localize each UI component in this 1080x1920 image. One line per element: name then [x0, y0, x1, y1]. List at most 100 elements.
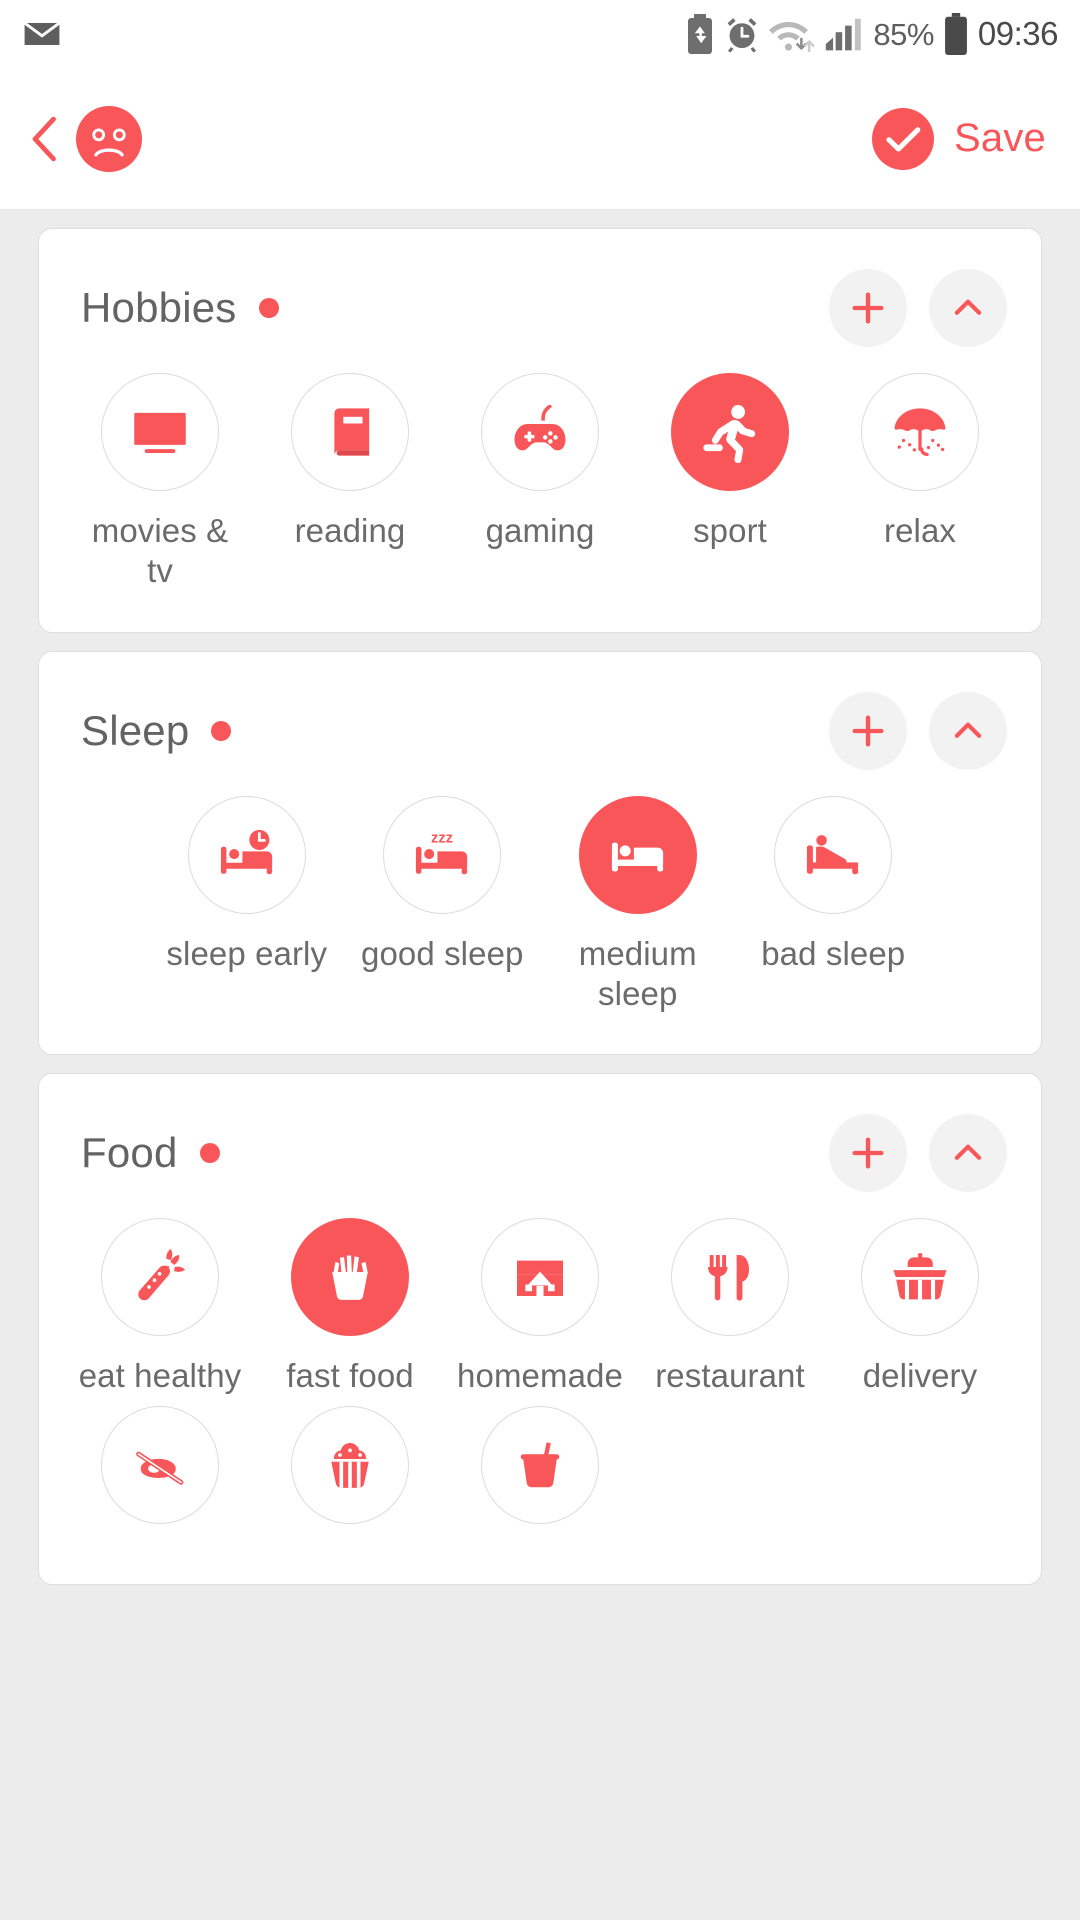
no-meat-icon [136, 1451, 184, 1486]
food-item-eat-healthy[interactable]: eat healthy [65, 1218, 255, 1396]
gamepad-icon [514, 404, 566, 451]
sections-scroll-area[interactable]: Hobbies movies & tv reading gaming sport… [0, 210, 1080, 1920]
hobbies-grid: movies & tv reading gaming sport relax [39, 347, 1041, 602]
soda-cup-icon [520, 1442, 560, 1488]
check-circle-icon [872, 107, 935, 170]
food-item-delivery[interactable]: delivery [825, 1218, 1015, 1396]
hobby-icon-wrap [861, 373, 979, 491]
bed-icon [611, 842, 663, 871]
status-bar: 85% 09:36 [0, 0, 1080, 68]
sleep-icon-wrap: zzz [383, 795, 502, 914]
umbrella-icon [894, 408, 946, 457]
add-sleep-button[interactable] [829, 691, 907, 770]
food-icon-wrap [671, 1218, 789, 1336]
collapse-sleep-button[interactable] [929, 691, 1007, 770]
food-icon-wrap [101, 1218, 219, 1336]
section-title-food: Food [81, 1129, 178, 1176]
hobby-icon-wrap [671, 373, 789, 491]
hobby-label: movies & tv [91, 512, 229, 590]
section-status-dot [199, 1143, 220, 1163]
sleep-icon-wrap [578, 795, 697, 914]
battery-saver-icon [688, 14, 713, 54]
food-label: fast food [286, 1357, 414, 1394]
hobby-label: relax [883, 512, 957, 549]
section-header-sleep: Sleep [39, 652, 1041, 770]
sleep-label: good sleep [361, 934, 524, 972]
food-label: delivery [862, 1357, 978, 1394]
mail-icon [23, 21, 61, 45]
running-icon [703, 405, 756, 463]
collapse-food-button[interactable] [929, 1114, 1007, 1192]
food-label: eat healthy [78, 1357, 242, 1394]
alarm-icon [727, 18, 757, 53]
sleep-item-medium-sleep[interactable]: medium sleep [540, 795, 736, 1015]
clock-label: 09:36 [977, 15, 1059, 52]
sleep-icon-wrap [187, 795, 306, 914]
hobby-item-relax[interactable]: relax [825, 373, 1015, 592]
sleep-label: sleep early [166, 934, 328, 972]
status-bar-left [20, 12, 64, 56]
hobby-icon-wrap [291, 373, 409, 491]
plus-icon [852, 292, 884, 324]
hobby-icon-wrap [481, 373, 599, 491]
hobby-label: reading [294, 512, 406, 549]
food-item-cupcake[interactable] [255, 1406, 445, 1544]
section-title-hobbies: Hobbies [81, 284, 237, 331]
food-item-fast-food[interactable]: fast food [255, 1218, 445, 1396]
sad-face-avatar[interactable] [76, 105, 142, 172]
hobby-item-reading[interactable]: reading [255, 373, 445, 592]
food-item-restaurant[interactable]: restaurant [635, 1218, 825, 1396]
food-icon-wrap [481, 1406, 599, 1525]
food-label: restaurant [655, 1357, 805, 1394]
carrot-icon [138, 1248, 186, 1301]
food-icon-wrap [861, 1218, 979, 1336]
signal-icon [826, 18, 862, 51]
sleep-item-good-sleep[interactable]: zzz good sleep [345, 795, 541, 1015]
bed-awake-icon [807, 834, 859, 874]
add-food-button[interactable] [829, 1114, 907, 1192]
bed-zzz-icon: zzz [416, 830, 468, 874]
food-item-no-meat[interactable] [65, 1406, 255, 1544]
food-item-soda[interactable] [445, 1406, 635, 1544]
book-icon [334, 408, 370, 456]
home-icon [516, 1260, 564, 1297]
section-status-dot [258, 298, 279, 318]
hobby-icon-wrap [101, 373, 219, 491]
battery-percent-label: 85% [873, 16, 934, 52]
save-label: Save [954, 116, 1046, 160]
svg-text:zzz: zzz [431, 830, 453, 846]
sleep-item-sleep-early[interactable]: sleep early [149, 795, 345, 1015]
hobby-item-sport[interactable]: sport [635, 373, 825, 592]
section-actions [829, 269, 1007, 347]
sleep-icon-wrap [774, 795, 893, 914]
fork-knife-icon [708, 1255, 750, 1301]
sleep-item-bad-sleep[interactable]: bad sleep [736, 795, 932, 1015]
hobby-item-movies[interactable]: movies & tv [65, 373, 255, 592]
hobby-label: sport [693, 512, 767, 549]
section-card-sleep: Sleep sleep early zzz good sleep medium … [38, 650, 1042, 1055]
chevron-up-icon [954, 722, 982, 738]
food-icon-wrap [291, 1218, 409, 1336]
section-actions [829, 1114, 1007, 1192]
save-button[interactable]: Save [872, 107, 1046, 170]
food-grid: eat healthy fast food homemade restauran… [39, 1192, 1041, 1554]
back-chevron-icon[interactable] [28, 114, 62, 164]
food-label: homemade [457, 1357, 623, 1394]
wifi-icon [769, 21, 816, 53]
food-item-homemade[interactable]: homemade [445, 1218, 635, 1396]
collapse-hobbies-button[interactable] [929, 269, 1007, 347]
bed-clock-icon [220, 829, 272, 874]
basket-icon [893, 1253, 947, 1300]
food-icon-wrap [101, 1406, 219, 1525]
section-actions [829, 691, 1007, 770]
hobby-item-gaming[interactable]: gaming [445, 373, 635, 592]
food-icon-wrap [291, 1406, 409, 1525]
section-header-food: Food [39, 1074, 1041, 1192]
section-title-sleep: Sleep [81, 706, 190, 754]
tv-icon [134, 412, 186, 453]
chevron-up-icon [954, 1144, 982, 1160]
add-hobby-button[interactable] [829, 269, 907, 347]
section-header-hobbies: Hobbies [39, 229, 1041, 347]
section-card-hobbies: Hobbies movies & tv reading gaming sport… [38, 228, 1042, 633]
hobby-label: gaming [485, 512, 595, 549]
